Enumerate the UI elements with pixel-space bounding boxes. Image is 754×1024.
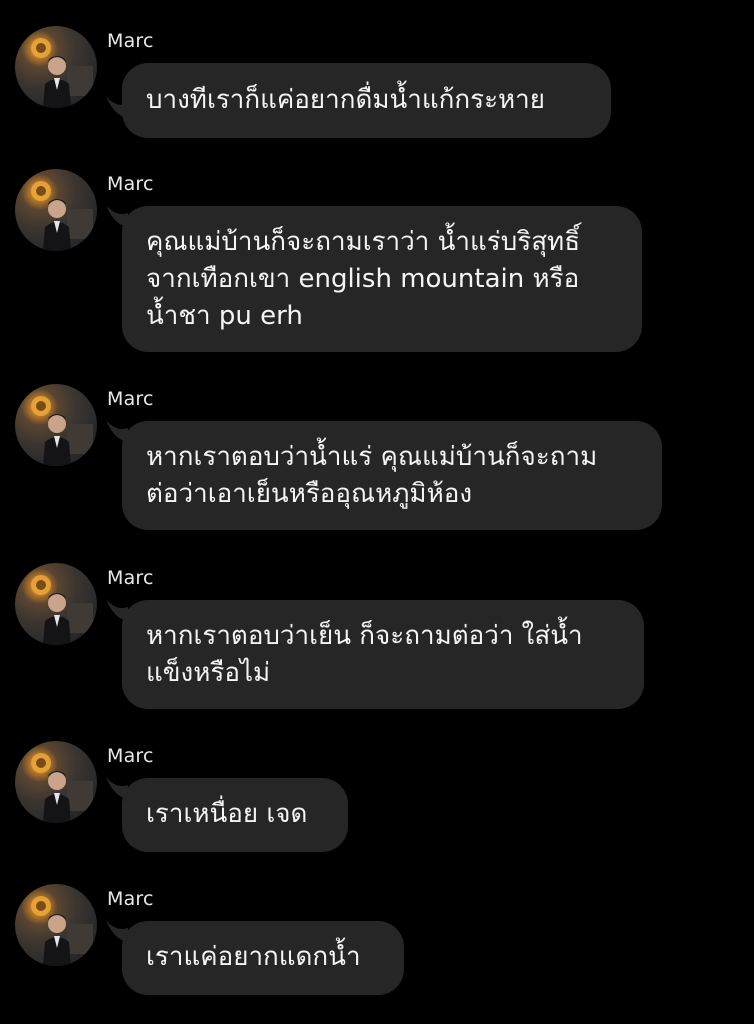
sender-name: Marc	[107, 567, 154, 589]
sender-name: Marc	[107, 745, 154, 767]
chat-thread: Marc บางทีเราก็แค่อยากดื่มน้ำแก้กระหาย M…	[0, 0, 754, 1024]
message-text: หากเราตอบว่าเย็น ก็จะถามต่อว่า ใส่น้ำ	[146, 621, 583, 651]
message-text: ต่อว่าเอาเย็นหรืออุณหภูมิห้อง	[146, 479, 473, 509]
message-text: น้ำชา pu erh	[146, 301, 303, 331]
message-bubble[interactable]: หากเราตอบว่าน้ำแร่ คุณแม่บ้านก็จะถาม ต่อ…	[122, 421, 662, 530]
message-text: บางทีเราก็แค่อยากดื่มน้ำแก้กระหาย	[146, 85, 546, 115]
message-text: แข็งหรือไม่	[146, 658, 271, 688]
message-bubble[interactable]: คุณแม่บ้านก็จะถามเราว่า น้ำแร่บริสุทธิ์ …	[122, 206, 642, 352]
message-text: หากเราตอบว่าน้ำแร่ คุณแม่บ้านก็จะถาม	[146, 442, 598, 472]
avatar[interactable]	[15, 169, 97, 251]
message-text: จากเทือกเขา english mountain หรือ	[146, 264, 580, 294]
avatar-photo-icon	[31, 575, 93, 645]
sender-name: Marc	[107, 173, 154, 195]
avatar[interactable]	[15, 26, 97, 108]
message-bubble[interactable]: เราเหนื่อย เจด	[122, 778, 348, 852]
avatar[interactable]	[15, 384, 97, 466]
sender-name: Marc	[107, 388, 154, 410]
message-text: คุณแม่บ้านก็จะถามเราว่า น้ำแร่บริสุทธิ์	[146, 227, 581, 257]
avatar[interactable]	[15, 884, 97, 966]
avatar-photo-icon	[31, 896, 93, 966]
message-text: เราเหนื่อย เจด	[146, 799, 308, 829]
message-text: เราแค่อยากแดกน้ำ	[146, 942, 361, 972]
avatar-photo-icon	[31, 181, 93, 251]
avatar[interactable]	[15, 563, 97, 645]
message-bubble[interactable]: เราแค่อยากแดกน้ำ	[122, 921, 404, 995]
avatar[interactable]	[15, 741, 97, 823]
message-bubble[interactable]: หากเราตอบว่าเย็น ก็จะถามต่อว่า ใส่น้ำ แข…	[122, 600, 644, 709]
avatar-photo-icon	[31, 396, 93, 466]
sender-name: Marc	[107, 888, 154, 910]
avatar-photo-icon	[31, 753, 93, 823]
message-bubble[interactable]: บางทีเราก็แค่อยากดื่มน้ำแก้กระหาย	[122, 63, 611, 138]
sender-name: Marc	[107, 30, 154, 52]
avatar-photo-icon	[31, 38, 93, 108]
